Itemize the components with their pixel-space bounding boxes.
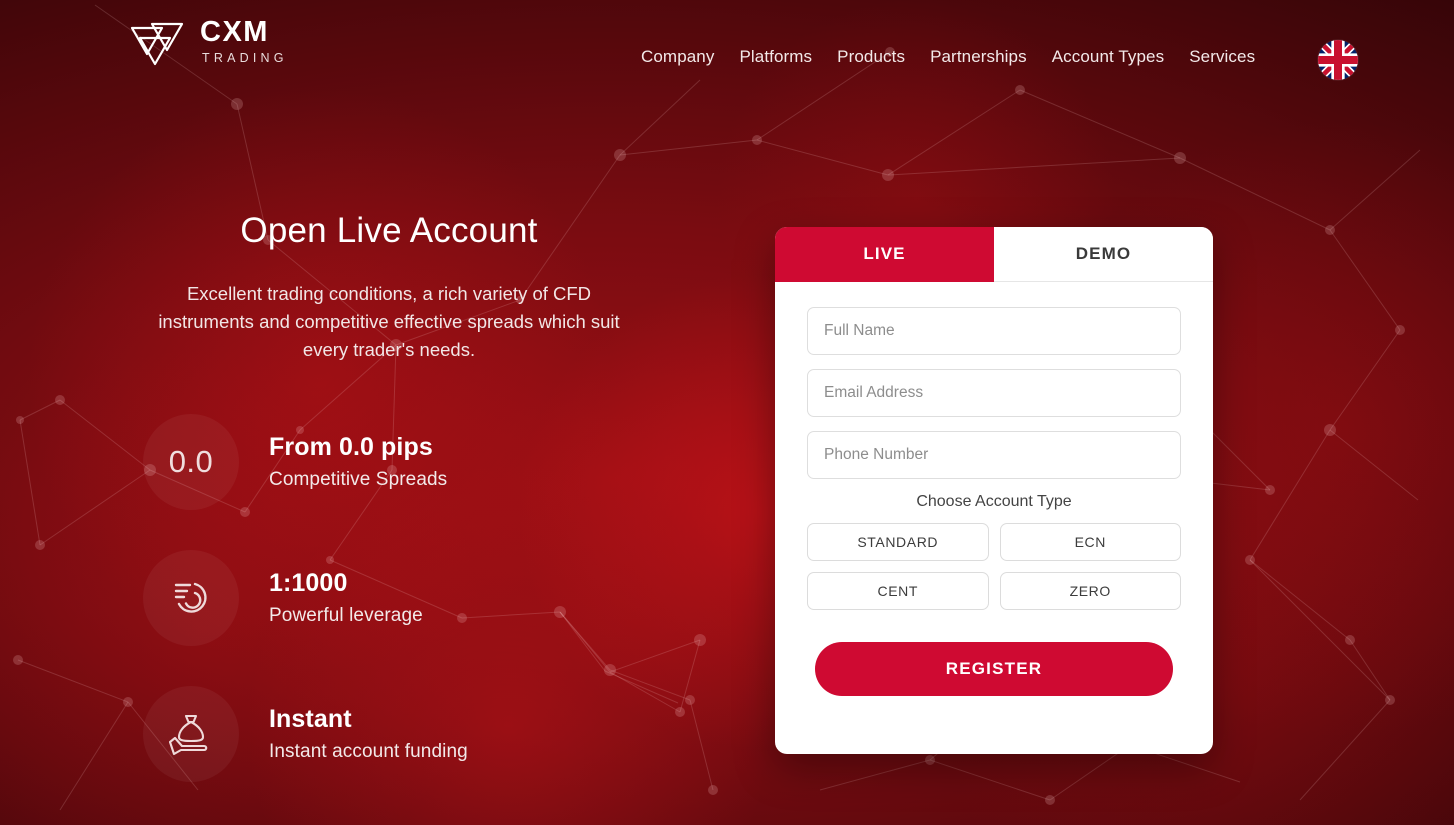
- tab-live[interactable]: LIVE: [775, 227, 994, 282]
- account-type-standard[interactable]: STANDARD: [807, 523, 989, 561]
- account-mode-tabs: LIVE DEMO: [775, 227, 1213, 282]
- email-input[interactable]: [807, 369, 1181, 417]
- phone-input[interactable]: [807, 431, 1181, 479]
- united-kingdom-flag-icon[interactable]: [1318, 40, 1358, 80]
- nav-item-account-types[interactable]: Account Types: [1052, 47, 1165, 67]
- account-type-label: Choose Account Type: [916, 493, 1072, 510]
- full-name-input[interactable]: [807, 307, 1181, 355]
- nav-item-services[interactable]: Services: [1189, 47, 1255, 67]
- feature-item-spreads: 0.0 From 0.0 pips Competitive Spreads: [143, 413, 760, 510]
- site-header: CXM TRADING Company Platforms Products P…: [0, 0, 1454, 85]
- feature-item-leverage: 1:1000 Powerful leverage: [143, 549, 760, 646]
- cxm-triangles-logo-icon: [130, 22, 184, 66]
- feature-description: Powerful leverage: [269, 604, 423, 626]
- account-type-ecn[interactable]: ECN: [999, 523, 1181, 561]
- feature-item-funding: Instant Instant account funding: [143, 685, 760, 782]
- registration-form: Choose Account Type STANDARD ECN CENT ZE…: [775, 282, 1213, 696]
- hero-section: Open Live Account Excellent trading cond…: [0, 211, 760, 782]
- zero-pips-value: 0.0: [168, 443, 214, 479]
- page-root: CXM TRADING Company Platforms Products P…: [0, 0, 1454, 825]
- account-type-zero[interactable]: ZERO: [999, 572, 1181, 610]
- feature-description: Instant account funding: [269, 740, 468, 762]
- tab-demo[interactable]: DEMO: [994, 227, 1213, 282]
- zero-pips-text-icon: 0.0: [143, 413, 239, 510]
- brand-name: CXM: [200, 15, 269, 48]
- nav-item-products[interactable]: Products: [837, 47, 905, 67]
- register-button[interactable]: REGISTER: [815, 642, 1173, 696]
- feature-title: Instant: [269, 704, 352, 733]
- nav-item-partnerships[interactable]: Partnerships: [930, 47, 1027, 67]
- account-type-options: STANDARD ECN CENT ZERO: [807, 523, 1181, 610]
- account-type-cent[interactable]: CENT: [807, 572, 989, 610]
- hero-subtitle: Excellent trading conditions, a rich var…: [158, 282, 620, 360]
- page-title: Open Live Account: [240, 211, 538, 250]
- brand-logo[interactable]: CXM TRADING: [128, 16, 288, 66]
- main-navigation: Company Platforms Products Partnerships …: [641, 47, 1255, 67]
- speed-gauge-icon: [174, 582, 207, 613]
- hand-money-bag-icon-wrap: [143, 685, 239, 782]
- feature-description: Competitive Spreads: [269, 468, 448, 490]
- feature-list: 0.0 From 0.0 pips Competitive Spreads 1:…: [0, 413, 760, 782]
- registration-card: LIVE DEMO Choose Account Type STANDARD E…: [775, 227, 1213, 754]
- nav-item-platforms[interactable]: Platforms: [739, 47, 812, 67]
- speed-gauge-icon-wrap: [143, 549, 239, 646]
- brand-tagline: TRADING: [202, 50, 288, 65]
- feature-title: From 0.0 pips: [269, 432, 433, 461]
- nav-item-company[interactable]: Company: [641, 47, 714, 67]
- hand-money-bag-icon: [168, 714, 208, 755]
- feature-title: 1:1000: [269, 568, 348, 597]
